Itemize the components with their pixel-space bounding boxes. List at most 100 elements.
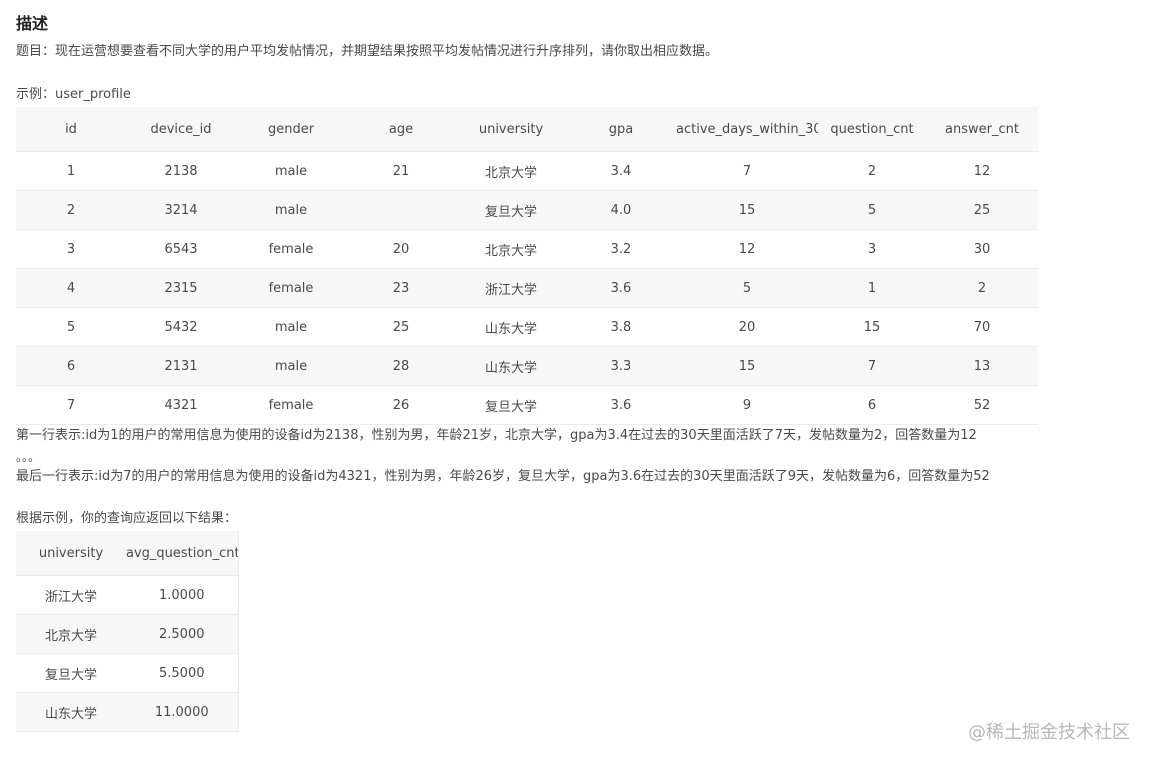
table-row: 7 4321 female 26 复旦大学 3.6 9 6 52 bbox=[16, 385, 1038, 425]
table-cell: 4 bbox=[16, 268, 126, 308]
table-cell: 5.5000 bbox=[126, 653, 238, 693]
table-cell: 11.0000 bbox=[126, 692, 238, 732]
table-header-row: id device_id gender age university gpa a… bbox=[16, 107, 1038, 152]
table-row: 5 5432 male 25 山东大学 3.8 20 15 70 bbox=[16, 307, 1038, 347]
table-cell: 2138 bbox=[126, 151, 236, 191]
column-header: question_cnt bbox=[818, 107, 926, 152]
table-cell: 70 bbox=[926, 307, 1038, 347]
table-cell: 25 bbox=[926, 190, 1038, 230]
table-cell: 2 bbox=[926, 268, 1038, 308]
table-cell: 山东大学 bbox=[16, 692, 126, 732]
table-cell: 9 bbox=[676, 385, 818, 425]
ellipsis-text: 。。。 bbox=[16, 450, 41, 464]
column-header: avg_question_cnt bbox=[126, 531, 238, 576]
table-cell: 15 bbox=[676, 190, 818, 230]
table-cell: 2.5000 bbox=[126, 614, 238, 654]
section-heading: 描述 bbox=[16, 14, 49, 33]
table-cell: 15 bbox=[676, 346, 818, 386]
table-cell: 北京大学 bbox=[16, 614, 126, 654]
table-cell: 2315 bbox=[126, 268, 236, 308]
table-cell: 1.0000 bbox=[126, 575, 238, 615]
table-cell: 28 bbox=[346, 346, 456, 386]
table-cell: 2 bbox=[16, 190, 126, 230]
table-row: 北京大学 2.5000 bbox=[16, 614, 238, 654]
table-cell: 复旦大学 bbox=[456, 385, 566, 425]
table-cell: 复旦大学 bbox=[16, 653, 126, 693]
table-cell: male bbox=[236, 190, 346, 230]
watermark-text: @稀土掘金技术社区 bbox=[968, 722, 1130, 743]
table-header-row: university avg_question_cnt bbox=[16, 531, 238, 576]
table-row: 山东大学 11.0000 bbox=[16, 692, 238, 732]
example-label: 示例：user_profile bbox=[16, 87, 131, 102]
table-cell: 浙江大学 bbox=[456, 268, 566, 308]
column-header: device_id bbox=[126, 107, 236, 152]
table-cell: 7 bbox=[16, 385, 126, 425]
note-first-row: 第一行表示:id为1的用户的常用信息为使用的设备id为2138，性别为男，年龄2… bbox=[16, 428, 977, 443]
table-cell: 52 bbox=[926, 385, 1038, 425]
table-cell: 26 bbox=[346, 385, 456, 425]
question-text: 题目：现在运营想要查看不同大学的用户平均发帖情况，并期望结果按照平均发帖情况进行… bbox=[16, 44, 719, 59]
table-cell: 3.4 bbox=[566, 151, 676, 191]
table-cell: 1 bbox=[818, 268, 926, 308]
table-cell: 浙江大学 bbox=[16, 575, 126, 615]
column-header: age bbox=[346, 107, 456, 152]
table-cell: 2 bbox=[818, 151, 926, 191]
column-header: university bbox=[16, 531, 126, 576]
table-cell: 6543 bbox=[126, 229, 236, 269]
table-cell: 7 bbox=[818, 346, 926, 386]
table-row: 1 2138 male 21 北京大学 3.4 7 2 12 bbox=[16, 151, 1038, 191]
table-cell: 山东大学 bbox=[456, 346, 566, 386]
column-header: active_days_within_30 bbox=[676, 107, 818, 152]
table-row: 浙江大学 1.0000 bbox=[16, 575, 238, 615]
table-cell: 5 bbox=[676, 268, 818, 308]
table-cell: 3214 bbox=[126, 190, 236, 230]
column-header: id bbox=[16, 107, 126, 152]
table-cell: female bbox=[236, 229, 346, 269]
table-cell: 3.6 bbox=[566, 385, 676, 425]
table-cell: 5432 bbox=[126, 307, 236, 347]
table-cell: 21 bbox=[346, 151, 456, 191]
column-header: university bbox=[456, 107, 566, 152]
table-cell: 13 bbox=[926, 346, 1038, 386]
result-label: 根据示例，你的查询应返回以下结果： bbox=[16, 511, 238, 526]
user-profile-table: id device_id gender age university gpa a… bbox=[16, 107, 1038, 425]
table-cell: 12 bbox=[676, 229, 818, 269]
table-cell: 3.8 bbox=[566, 307, 676, 347]
table-cell: 20 bbox=[676, 307, 818, 347]
table-cell: 2131 bbox=[126, 346, 236, 386]
table-cell: 山东大学 bbox=[456, 307, 566, 347]
table-cell: 6 bbox=[16, 346, 126, 386]
table-row: 4 2315 female 23 浙江大学 3.6 5 1 2 bbox=[16, 268, 1038, 308]
table-row: 2 3214 male 复旦大学 4.0 15 5 25 bbox=[16, 190, 1038, 230]
table-cell: 7 bbox=[676, 151, 818, 191]
table-cell: 5 bbox=[16, 307, 126, 347]
table-cell: 1 bbox=[16, 151, 126, 191]
table-cell: 复旦大学 bbox=[456, 190, 566, 230]
table-cell: 3 bbox=[818, 229, 926, 269]
note-last-row: 最后一行表示:id为7的用户的常用信息为使用的设备id为4321，性别为男，年龄… bbox=[16, 469, 990, 484]
table-cell: 20 bbox=[346, 229, 456, 269]
table-row: 3 6543 female 20 北京大学 3.2 12 3 30 bbox=[16, 229, 1038, 269]
column-header: gender bbox=[236, 107, 346, 152]
column-header: answer_cnt bbox=[926, 107, 1038, 152]
table-cell: 23 bbox=[346, 268, 456, 308]
table-cell: 15 bbox=[818, 307, 926, 347]
table-cell: 4321 bbox=[126, 385, 236, 425]
table-cell: 3.6 bbox=[566, 268, 676, 308]
result-table: university avg_question_cnt 浙江大学 1.0000 … bbox=[16, 531, 239, 732]
table-cell: 5 bbox=[818, 190, 926, 230]
table-cell: male bbox=[236, 307, 346, 347]
table-cell: female bbox=[236, 385, 346, 425]
table-cell: 30 bbox=[926, 229, 1038, 269]
column-header: gpa bbox=[566, 107, 676, 152]
table-cell bbox=[346, 190, 456, 230]
table-cell: 4.0 bbox=[566, 190, 676, 230]
table-cell: 12 bbox=[926, 151, 1038, 191]
table-cell: 3.3 bbox=[566, 346, 676, 386]
table-row: 6 2131 male 28 山东大学 3.3 15 7 13 bbox=[16, 346, 1038, 386]
table-row: 复旦大学 5.5000 bbox=[16, 653, 238, 693]
table-cell: male bbox=[236, 346, 346, 386]
table-cell: 3.2 bbox=[566, 229, 676, 269]
table-cell: 北京大学 bbox=[456, 229, 566, 269]
table-cell: male bbox=[236, 151, 346, 191]
